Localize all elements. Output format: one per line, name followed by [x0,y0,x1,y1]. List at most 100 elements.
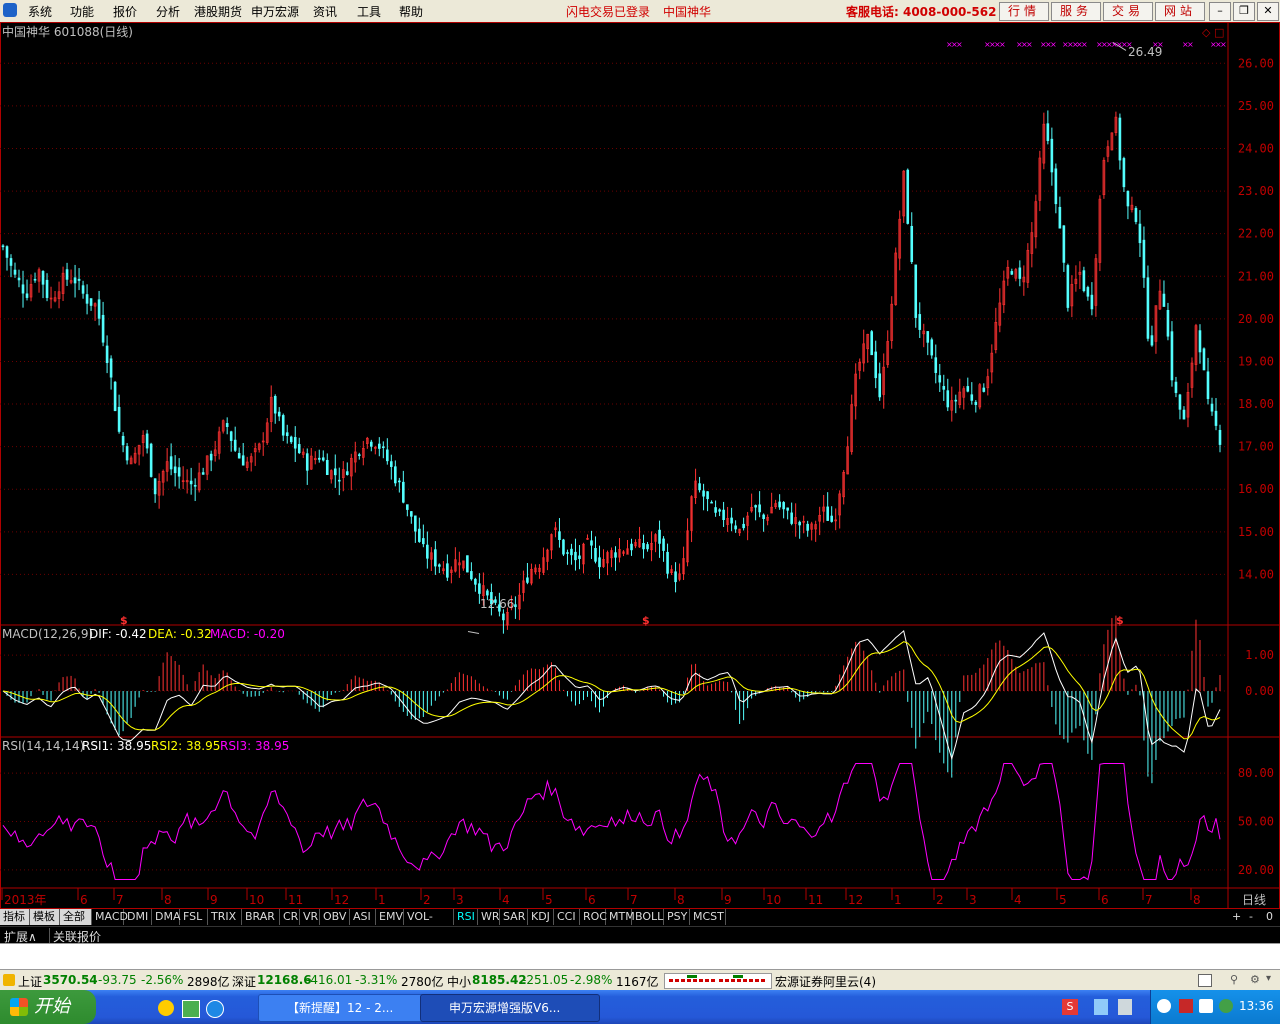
candle-body [674,571,677,583]
zoom-in-button[interactable]: + [1232,910,1241,923]
sh-label[interactable]: 上证 [18,973,42,990]
start-button[interactable]: 开始 [0,990,96,1024]
tab-全部[interactable]: 全部 [60,909,92,925]
broker-server[interactable]: 宏源证券阿里云(4) [775,973,876,990]
tray-shield-icon[interactable] [1199,999,1213,1013]
status-dropdown-icon[interactable]: ▾ [1266,973,1271,984]
restore-icon[interactable]: ❐ [1233,2,1255,21]
candle-body [1162,293,1166,307]
tab-emv[interactable]: EMV [376,909,404,925]
menu-item-quote[interactable]: 报价 [113,3,137,20]
menu-item-help[interactable]: 帮助 [399,3,423,20]
tray-arrow-icon[interactable] [1157,999,1171,1013]
candle-body [273,396,277,414]
quicklaunch-desktop-icon[interactable] [182,1000,200,1018]
signal-icon[interactable]: ⚲ [1230,973,1240,986]
tab-asi[interactable]: ASI [350,909,376,925]
candle-body [73,277,77,284]
service-button[interactable]: 服务 [1051,2,1101,21]
start-label: 开始 [34,996,70,1017]
website-button[interactable]: 网站 [1155,2,1205,21]
candle-body [89,298,93,306]
tab-roc[interactable]: ROC [580,909,607,925]
tab-kdj[interactable]: KDJ [528,909,554,925]
settings-icon[interactable]: ⚙ [1250,973,1260,986]
candle-body [1,245,5,248]
tab-cci[interactable]: CCI [554,909,580,925]
tab-vr[interactable]: VR [300,909,320,925]
tab-cr[interactable]: CR [280,909,300,925]
candle-body [345,471,349,475]
candle-body [954,399,958,402]
candle-body [1174,381,1178,393]
low-price-label: 12.66 [480,597,514,611]
tray-security-icon[interactable] [1219,999,1233,1013]
market-button[interactable]: 行情 [999,2,1049,21]
menu-item-info[interactable]: 资讯 [313,3,337,20]
tab-sar[interactable]: SAR [500,909,528,925]
stock-chart[interactable]: ××× ×××× ××× ××× ××××× ××××××× ×× ×× ×××$ $ $ 14.0… [0,22,1280,909]
tab-obv[interactable]: OBV [320,909,350,925]
candle-body [1062,225,1066,263]
candle-body [1206,371,1210,400]
candle-body [418,528,421,542]
sz-pct: -3.31% [355,973,398,987]
menu-item-swhy[interactable]: 申万宏源 [251,3,299,20]
price-tick-label: 19.00 [1238,354,1274,368]
ime-icon[interactable]: S [1062,999,1078,1015]
tab-psy[interactable]: PSY [664,909,690,925]
tab-rsi[interactable]: RSI [454,909,478,925]
x-tick-label: 2 [423,893,431,907]
sz-label[interactable]: 深证 [232,973,256,990]
x-tick-label: 11 [288,893,303,907]
quicklaunch-browser-icon[interactable] [206,1000,224,1018]
zoom-reset-button[interactable]: 0 [1266,910,1273,923]
tab-macd[interactable]: MACD [92,909,128,925]
close-icon[interactable]: ✕ [1257,2,1279,21]
tab-trix[interactable]: TRIX [208,909,242,925]
period-label: 日线 [1242,893,1266,907]
menu-item-function[interactable]: 功能 [70,3,94,20]
taskbar-item-browser[interactable]: 【新提醒】12 - 2... [258,994,438,1022]
minimize-icon[interactable]: – [1209,2,1231,21]
menu-item-system[interactable]: 系统 [28,3,52,20]
diamond-icon[interactable]: ◇ [1202,26,1211,39]
tab-dma[interactable]: DMA [152,909,181,925]
tab-mtm[interactable]: MTM [606,909,635,925]
zoom-out-button[interactable]: - [1249,910,1253,923]
signal-marker: × [1220,40,1227,49]
maximize-panel-icon[interactable]: □ [1214,26,1224,39]
network-icon[interactable] [1094,999,1108,1015]
x-tick-label: 4 [502,893,510,907]
candle-body [970,394,974,401]
menu-item-tools[interactable]: 工具 [357,3,381,20]
menu-item-analysis[interactable]: 分析 [156,3,180,20]
menu-item-hk-futures[interactable]: 港股期货 [194,3,242,20]
tab-指标[interactable]: 指标 [0,909,30,925]
candle-body [878,373,882,398]
tab-模板[interactable]: 模板 [30,909,60,925]
quicklaunch-ie-icon[interactable] [158,1000,174,1016]
tab-wr[interactable]: WR [478,909,500,925]
tab-mcst[interactable]: MCST [690,909,726,925]
x-tick-label: 6 [1101,893,1109,907]
candle-body [1142,239,1146,278]
tray-app-icon[interactable] [1179,999,1193,1013]
indicator-tab-bar: 指标 模板 全部 MACD DMI DMA FSL TRIX BRAR CR VR OBV ASI EMV… [0,909,1280,939]
app-icon[interactable] [3,3,17,17]
tab-vol-tdx[interactable]: VOL-TDX [404,909,454,939]
tab-brar[interactable]: BRAR [242,909,280,925]
price-tick-label: 15.00 [1238,525,1274,539]
tab-dmi[interactable]: DMI [124,909,152,925]
tab-boll[interactable]: BOLL [632,909,664,925]
zx-value: 8185.42 [472,973,527,987]
taskbar-item-swhy[interactable]: 申万宏源增强版V6... [420,994,600,1022]
candle-body [125,446,129,461]
x-tick-label: 8 [677,893,685,907]
trade-button[interactable]: 交易 [1103,2,1153,21]
tab-fsl[interactable]: FSL [180,909,208,925]
layout-icon[interactable] [1198,974,1212,987]
zx-label[interactable]: 中小 [447,973,471,990]
usb-icon[interactable] [1118,999,1132,1015]
windows-logo-icon [10,998,28,1016]
